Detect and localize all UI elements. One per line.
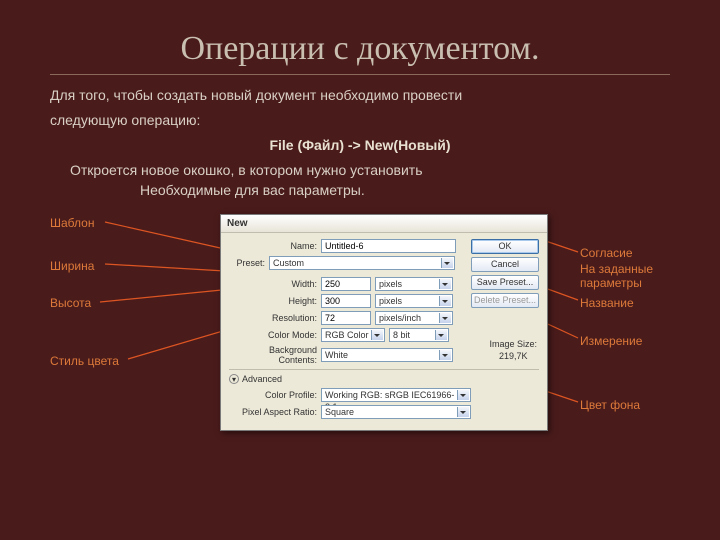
sub-line-2: Необходимые для вас параметры.: [140, 181, 670, 201]
label-color-style: Стиль цвета: [50, 354, 119, 368]
dialog-title: New: [221, 215, 547, 233]
sub-line-1: Откроется новое окошко, в котором нужно …: [70, 161, 670, 181]
save-preset-button[interactable]: Save Preset...: [471, 275, 539, 290]
label-agree2: На заданные параметры: [580, 262, 670, 290]
height-field[interactable]: [321, 294, 371, 308]
name-field[interactable]: [321, 239, 456, 253]
label-width: Ширина: [50, 259, 94, 273]
page-title: Операции с документом.: [50, 30, 670, 75]
intro-line-1: Для того, чтобы создать новый документ н…: [50, 85, 670, 106]
label-measure: Измерение: [580, 334, 642, 348]
name-label: Name:: [229, 241, 321, 251]
delete-preset-button: Delete Preset...: [471, 293, 539, 308]
preset-label: Preset:: [229, 258, 269, 268]
new-dialog: New OK Cancel Save Preset... Delete Pres…: [220, 214, 548, 431]
label-template: Шаблон: [50, 216, 94, 230]
color-mode-label: Color Mode:: [229, 330, 321, 340]
pixel-aspect-select[interactable]: Square: [321, 405, 471, 419]
height-label: Height:: [229, 296, 321, 306]
width-label: Width:: [229, 279, 321, 289]
pixel-aspect-label: Pixel Aspect Ratio:: [229, 407, 321, 417]
height-unit-select[interactable]: pixels: [375, 294, 453, 308]
bg-contents-label: Background Contents:: [229, 345, 321, 365]
resolution-field[interactable]: [321, 311, 371, 325]
chevron-down-icon: ▾: [229, 374, 239, 384]
image-size-info: Image Size: 219,7K: [489, 339, 537, 362]
diagram-area: Шаблон Ширина Высота Стиль цвета Согласи…: [50, 204, 670, 494]
width-field[interactable]: [321, 277, 371, 291]
label-agree: Согласие: [580, 246, 633, 260]
intro-line-2: следующую операцию:: [50, 110, 670, 131]
bg-contents-select[interactable]: White: [321, 348, 453, 362]
color-profile-label: Color Profile:: [229, 390, 321, 400]
resolution-unit-select[interactable]: pixels/inch: [375, 311, 453, 325]
ok-button[interactable]: OK: [471, 239, 539, 254]
label-height: Высота: [50, 296, 91, 310]
color-profile-select[interactable]: Working RGB: sRGB IEC61966-2.1: [321, 388, 471, 402]
label-bg: Цвет фона: [580, 398, 640, 412]
resolution-label: Resolution:: [229, 313, 321, 323]
menu-path: File (Файл) -> New(Новый): [50, 137, 670, 153]
color-mode-select[interactable]: RGB Color: [321, 328, 385, 342]
bit-depth-select[interactable]: 8 bit: [389, 328, 449, 342]
preset-select[interactable]: Custom: [269, 256, 455, 270]
label-name: Название: [580, 296, 634, 310]
advanced-toggle[interactable]: ▾ Advanced: [229, 374, 539, 384]
width-unit-select[interactable]: pixels: [375, 277, 453, 291]
cancel-button[interactable]: Cancel: [471, 257, 539, 272]
